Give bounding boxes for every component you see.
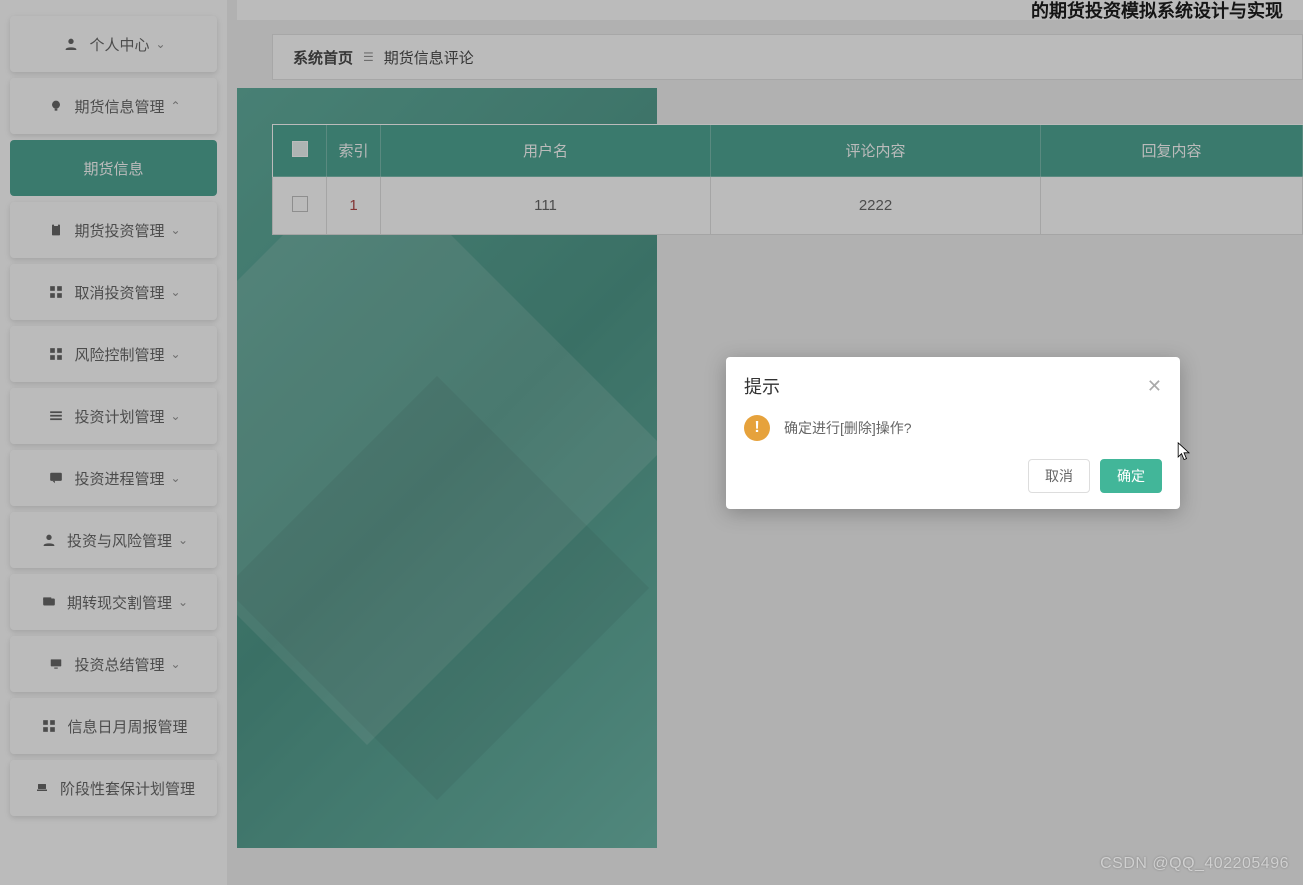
confirm-dialog: 提示 ✕ ! 确定进行[删除]操作? 取消 确定 [726, 357, 1180, 509]
close-icon[interactable]: ✕ [1147, 376, 1162, 397]
ok-button[interactable]: 确定 [1100, 459, 1162, 493]
dialog-message: 确定进行[删除]操作? [784, 418, 912, 438]
dialog-title: 提示 [744, 373, 780, 399]
watermark: CSDN @QQ_402205496 [1100, 855, 1289, 873]
warning-icon: ! [744, 415, 770, 441]
cancel-button[interactable]: 取消 [1028, 459, 1090, 493]
